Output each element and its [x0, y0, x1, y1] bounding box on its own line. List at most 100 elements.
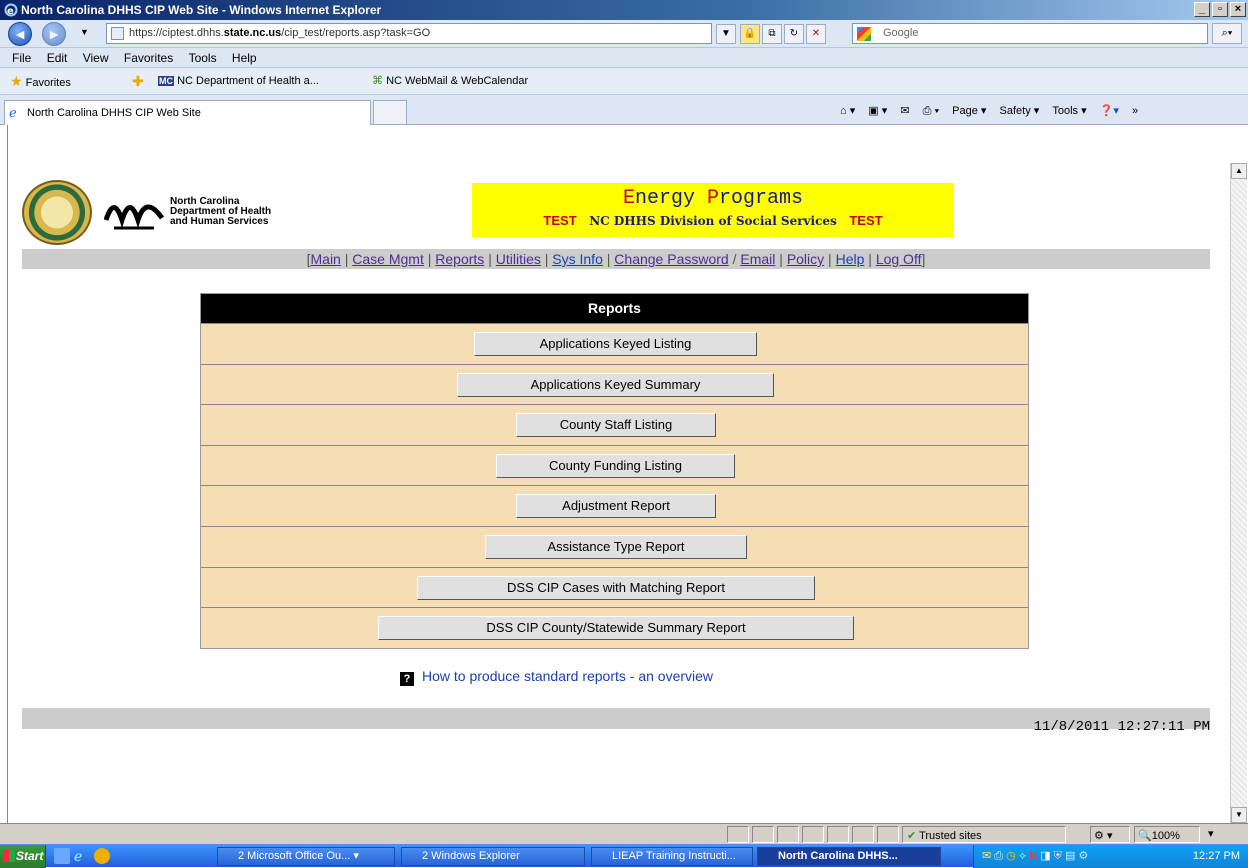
nc-state-seal-logo: [22, 180, 92, 245]
reports-table: Reports Applications Keyed Listing Appli…: [200, 293, 1029, 649]
page-menu[interactable]: Page ▾: [952, 105, 986, 117]
tray-clock-icon[interactable]: ◷: [1006, 850, 1016, 862]
ie-icon: e: [4, 3, 18, 17]
nav-case-mgmt[interactable]: Case Mgmt: [352, 251, 424, 267]
minimize-button[interactable]: _: [1194, 2, 1210, 17]
reports-heading: Reports: [201, 294, 1028, 323]
scroll-down-arrow-icon[interactable]: ▼: [1231, 807, 1247, 823]
security-zone[interactable]: ✔ Trusted sites: [902, 826, 1066, 843]
lock-icon[interactable]: 🔒: [740, 24, 760, 44]
system-tray: ✉ ⎙ ◷ ⟡ N ◨ ⛨ ▤ ⚙ 12:27 PM: [973, 845, 1248, 868]
search-input[interactable]: Google: [852, 23, 1208, 44]
scroll-up-arrow-icon[interactable]: ▲: [1231, 163, 1247, 179]
zone-label: Trusted sites: [919, 830, 982, 842]
nav-sys-info[interactable]: Sys Info: [552, 251, 603, 267]
tray-network-icon[interactable]: ◨: [1040, 850, 1050, 862]
taskbar-item-lieap[interactable]: LIEAP Training Instructi...: [591, 847, 753, 866]
tray-app-icon[interactable]: ⟡: [1019, 850, 1026, 862]
dss-cip-cases-matching-report-button[interactable]: DSS CIP Cases with Matching Report: [417, 575, 815, 600]
question-icon: ?: [400, 672, 414, 686]
zoom-dropdown-icon[interactable]: ▾: [1208, 825, 1214, 844]
nav-main[interactable]: Main: [311, 251, 341, 267]
maximize-button[interactable]: ▫: [1212, 2, 1228, 17]
add-favorites-icon[interactable]: ✚: [132, 68, 144, 97]
start-button[interactable]: Start: [0, 845, 46, 868]
report-row: Applications Keyed Listing: [201, 323, 1028, 364]
taskbar-item-office[interactable]: 2 Microsoft Office Ou... ▾: [217, 847, 395, 866]
stop-button[interactable]: ✕: [806, 24, 826, 44]
assistance-type-report-button[interactable]: Assistance Type Report: [485, 534, 747, 559]
taskbar-item-explorer[interactable]: 2 Windows Explorer: [401, 847, 585, 866]
vertical-scrollbar[interactable]: ▲ ▼: [1230, 163, 1247, 823]
favorite-item-webmail[interactable]: ⌘ NC WebMail & WebCalendar: [372, 68, 528, 95]
tray-update-icon[interactable]: ⚙: [1078, 850, 1088, 862]
report-row: County Staff Listing: [201, 404, 1028, 445]
dhhs-logo: [104, 204, 164, 230]
help-link-text[interactable]: How to produce standard reports - an ove…: [422, 668, 713, 684]
favorites-button[interactable]: ★ Favorites: [10, 68, 71, 97]
tab-label: North Carolina DHHS CIP Web Site: [27, 107, 201, 119]
nav-reports[interactable]: Reports: [435, 251, 484, 267]
menu-favorites[interactable]: Favorites: [124, 51, 173, 65]
print-icon[interactable]: ⎙ ▾: [923, 105, 939, 117]
compatibility-icon[interactable]: ⧉: [762, 24, 782, 44]
menu-help[interactable]: Help: [232, 51, 257, 65]
nav-change-password[interactable]: Change Password: [614, 251, 728, 267]
quick-launch-ie-icon[interactable]: ℯ: [74, 848, 90, 864]
refresh-button[interactable]: ↻: [784, 24, 804, 44]
tray-shield-icon[interactable]: ⛨: [1054, 850, 1062, 862]
tray-monitor-icon[interactable]: ▤: [1065, 850, 1075, 862]
zoom-level: 100%: [1151, 830, 1180, 842]
county-funding-listing-button[interactable]: County Funding Listing: [496, 453, 735, 478]
menu-tools[interactable]: Tools: [189, 51, 217, 65]
applications-keyed-summary-button[interactable]: Applications Keyed Summary: [457, 372, 774, 397]
nav-utilities[interactable]: Utilities: [496, 251, 541, 267]
nav-log-off[interactable]: Log Off: [876, 251, 922, 267]
menu-edit[interactable]: Edit: [47, 51, 68, 65]
tray-mail-icon[interactable]: ✉: [982, 850, 991, 862]
protected-mode-icon[interactable]: ⚙ ▾: [1090, 826, 1130, 843]
forward-button[interactable]: ►: [42, 22, 66, 46]
county-staff-listing-button[interactable]: County Staff Listing: [516, 413, 716, 438]
nav-email[interactable]: Email: [740, 251, 775, 267]
menu-view[interactable]: View: [83, 51, 109, 65]
help-link[interactable]: ? How to produce standard reports - an ov…: [400, 668, 713, 686]
back-button[interactable]: ◄: [8, 22, 32, 46]
nav-policy[interactable]: Policy: [787, 251, 824, 267]
address-dropdown-button[interactable]: ▼: [716, 24, 736, 44]
tray-print-icon[interactable]: ⎙: [994, 850, 1003, 862]
nav-help[interactable]: Help: [836, 251, 865, 267]
quick-launch-desktop-icon[interactable]: [54, 848, 70, 864]
dss-cip-county-statewide-summary-report-button[interactable]: DSS CIP County/Statewide Summary Report: [378, 616, 854, 641]
tab-active[interactable]: ℯ North Carolina DHHS CIP Web Site: [4, 100, 371, 125]
report-row: Assistance Type Report: [201, 525, 1028, 567]
chevron-more-icon[interactable]: »: [1132, 105, 1138, 117]
energy-programs-banner: Energy Programs TEST NC DHHS Division of…: [472, 183, 954, 237]
favorites-label: Favorites: [25, 77, 71, 89]
mail-icon[interactable]: ✉: [900, 105, 909, 117]
applications-keyed-listing-button[interactable]: Applications Keyed Listing: [474, 332, 757, 356]
address-input[interactable]: https://ciptest.dhhs.state.nc.us/cip_tes…: [106, 23, 712, 44]
search-placeholder: Google: [883, 27, 919, 39]
main-navigation: [Main | Case Mgmt | Reports | Utilities …: [22, 249, 1210, 269]
search-button[interactable]: ⌕▾: [1212, 23, 1242, 44]
recent-pages-dropdown-icon[interactable]: ▼: [80, 27, 89, 37]
taskbar-item-ie-active[interactable]: North Carolina DHHS...: [757, 847, 941, 866]
tools-menu[interactable]: Tools ▾: [1052, 105, 1086, 117]
test-label-right: TEST: [849, 213, 883, 228]
adjustment-report-button[interactable]: Adjustment Report: [516, 494, 716, 519]
zoom-control[interactable]: 🔍100%: [1134, 826, 1200, 843]
url-prefix: https://ciptest.dhhs.: [129, 27, 224, 39]
feeds-icon[interactable]: ▣ ▾: [868, 105, 887, 117]
home-icon[interactable]: ⌂ ▾: [840, 105, 855, 117]
menu-file[interactable]: File: [12, 51, 31, 65]
help-icon[interactable]: ❓▾: [1100, 105, 1119, 117]
banner-subtitle: TEST NC DHHS Division of Social Services…: [472, 213, 954, 228]
favorite-item-nc-dhhs[interactable]: MC NC Department of Health a...: [158, 68, 319, 95]
safety-menu[interactable]: Safety ▾: [1000, 105, 1040, 117]
tray-norton-icon[interactable]: N: [1029, 850, 1037, 862]
close-button[interactable]: ×: [1230, 2, 1246, 17]
new-tab-button[interactable]: [373, 100, 407, 125]
quick-launch-outlook-icon[interactable]: [94, 848, 110, 864]
page-icon: [111, 27, 124, 40]
